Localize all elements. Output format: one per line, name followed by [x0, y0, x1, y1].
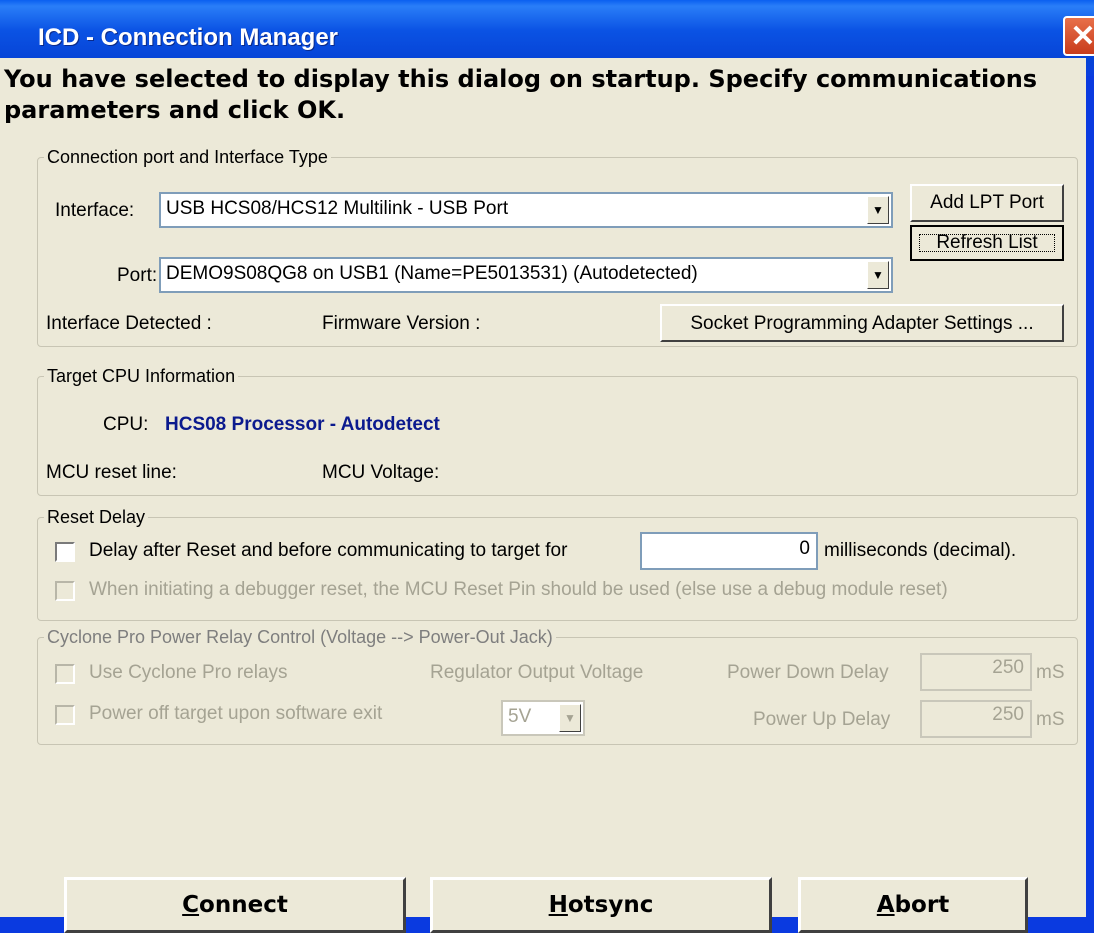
cpu-group-legend: Target CPU Information: [44, 366, 239, 387]
abort-label: bort: [894, 892, 950, 918]
hotsync-button[interactable]: Hotsync: [430, 877, 772, 933]
regulator-output-label: Regulator Output Voltage: [430, 662, 644, 683]
power-up-delay-label: Power Up Delay: [753, 709, 891, 730]
power-down-delay-label: Power Down Delay: [727, 662, 889, 683]
abort-button[interactable]: Abort: [798, 877, 1028, 933]
interface-select-value: USB HCS08/HCS12 Multilink - USB Port: [166, 198, 509, 219]
cpu-value: HCS08 Processor - Autodetect: [165, 414, 440, 435]
connection-group-legend: Connection port and Interface Type: [44, 147, 331, 168]
connect-label: onnect: [199, 892, 288, 918]
power-down-delay-input[interactable]: 250: [920, 653, 1032, 691]
connection-group: Connection port and Interface Type Inter…: [37, 147, 1078, 347]
abort-mnemonic: A: [876, 892, 895, 918]
chevron-down-icon[interactable]: ▼: [867, 261, 889, 289]
startup-heading: You have selected to display this dialog…: [4, 65, 1038, 124]
dialog-body: You have selected to display this dialog…: [0, 58, 1086, 933]
add-lpt-port-button[interactable]: Add LPT Port: [910, 184, 1064, 222]
socket-programming-adapter-label: Socket Programming Adapter Settings ...: [690, 313, 1034, 334]
port-label: Port:: [117, 265, 158, 286]
interface-select[interactable]: USB HCS08/HCS12 Multilink - USB Port ▼: [159, 192, 893, 228]
port-select-value: DEMO9S08QG8 on USB1 (Name=PE5013531) (Au…: [166, 263, 698, 284]
interface-label: Interface:: [55, 200, 135, 221]
reset-delay-group: Reset Delay Delay after Reset and before…: [37, 507, 1078, 621]
interface-detected-label: Interface Detected :: [46, 313, 212, 334]
regulator-voltage-value: 5V: [508, 706, 532, 727]
reset-pin-checkbox[interactable]: [55, 581, 75, 601]
connect-mnemonic: C: [182, 892, 200, 918]
cyclone-relay-legend: Cyclone Pro Power Relay Control (Voltage…: [44, 627, 556, 648]
close-icon: ✕: [1070, 20, 1094, 53]
chevron-down-icon[interactable]: ▼: [559, 704, 581, 732]
power-off-label: Power off target upon software exit: [89, 703, 383, 724]
power-up-delay-input[interactable]: 250: [920, 700, 1032, 738]
cyclone-relays-checkbox[interactable]: [55, 664, 75, 684]
reset-delay-legend: Reset Delay: [44, 507, 149, 528]
delay-units-label: milliseconds (decimal).: [824, 540, 1017, 561]
cyclone-relay-group: Cyclone Pro Power Relay Control (Voltage…: [37, 627, 1078, 745]
mcu-voltage-label: MCU Voltage:: [322, 462, 440, 483]
delay-ms-input[interactable]: 0: [640, 532, 818, 570]
window-title: ICD - Connection Manager: [38, 24, 339, 51]
delay-checkbox[interactable]: [55, 542, 75, 562]
hotsync-label: otsync: [567, 892, 654, 918]
connect-button[interactable]: Connect: [64, 877, 406, 933]
close-button[interactable]: ✕: [1063, 16, 1094, 56]
add-lpt-port-label: Add LPT Port: [930, 192, 1044, 213]
power-off-checkbox[interactable]: [55, 705, 75, 725]
cpu-group: Target CPU Information CPU: HCS08 Proces…: [37, 366, 1078, 496]
power-down-unit: mS: [1036, 662, 1065, 683]
hotsync-mnemonic: H: [548, 892, 568, 918]
mcu-reset-line-label: MCU reset line:: [46, 462, 177, 483]
delay-checkbox-label: Delay after Reset and before communicati…: [89, 540, 568, 561]
chevron-down-icon[interactable]: ▼: [867, 196, 889, 224]
socket-programming-adapter-button[interactable]: Socket Programming Adapter Settings ...: [660, 304, 1064, 342]
port-select[interactable]: DEMO9S08QG8 on USB1 (Name=PE5013531) (Au…: [159, 257, 893, 293]
regulator-voltage-select[interactable]: 5V ▼: [501, 700, 585, 736]
firmware-version-label: Firmware Version :: [322, 313, 481, 334]
power-up-unit: mS: [1036, 709, 1065, 730]
cyclone-relays-label: Use Cyclone Pro relays: [89, 662, 288, 683]
refresh-list-button[interactable]: Refresh List: [910, 225, 1064, 261]
reset-pin-checkbox-label: When initiating a debugger reset, the MC…: [89, 579, 948, 600]
cpu-label: CPU:: [103, 414, 149, 435]
